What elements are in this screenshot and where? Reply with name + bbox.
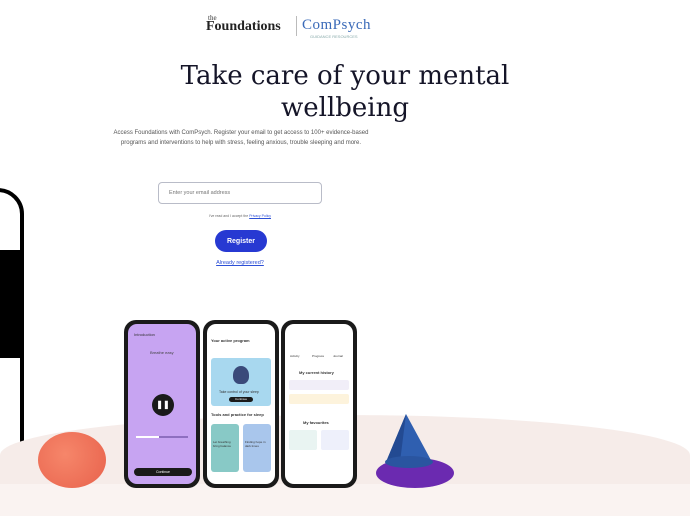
phone-mockup-program: Your active program Take control of your… — [203, 320, 279, 488]
favourite-card — [289, 430, 317, 450]
tile-hope: Finding hope in dark times — [243, 424, 271, 472]
orange-ball-illustration — [38, 432, 106, 488]
title-line-1: Take care of your mental — [180, 61, 510, 91]
favourites-section-title: My favourites — [303, 420, 329, 425]
tab-progress: Progress — [312, 354, 325, 358]
program-card: Take control of your sleep Continue — [211, 358, 271, 406]
title-line-2: wellbeing — [280, 93, 409, 123]
phone-screen-program: Your active program Take control of your… — [207, 324, 275, 484]
program-card-button: Continue — [229, 397, 253, 402]
page-title: Take care of your mental wellbeing — [0, 60, 690, 124]
tile-hope-label: Finding hope in dark times — [245, 440, 266, 448]
person-icon — [233, 366, 249, 384]
privacy-policy-link[interactable]: Privacy Policy — [249, 214, 271, 218]
foundations-logo: Foundations — [206, 19, 281, 34]
program-card-label: Take control of your sleep — [219, 390, 259, 394]
phone-screen-player: Introduction Breathe easy ❚❚ Continue — [128, 324, 196, 484]
phone-mockup-history: Activity Progress Journal My current his… — [281, 320, 357, 488]
tab-activity: Activity — [290, 354, 300, 358]
already-registered-link[interactable]: Already registered? — [190, 260, 290, 266]
tile-breathing-label: Let breathing bring balance — [213, 440, 232, 448]
compsych-logo: ComPsych — [302, 17, 372, 33]
player-subtitle: Breathe easy — [150, 350, 174, 355]
phone-screen-history: Activity Progress Journal My current his… — [285, 324, 353, 484]
compsych-tagline: GUIDANCE RESOURCES — [310, 34, 358, 39]
history-row — [289, 394, 349, 404]
player-header: Introduction — [134, 332, 155, 337]
player-progress — [136, 436, 188, 438]
favourite-card — [321, 430, 349, 450]
tile-breathing: Let breathing bring balance — [211, 424, 239, 472]
email-field[interactable] — [158, 182, 322, 204]
logo-divider — [296, 16, 297, 36]
device-frame-bar — [0, 250, 20, 358]
consent-text: I've read and I accept the Privacy Polic… — [160, 214, 320, 218]
history-section-title: My current history — [299, 370, 334, 375]
history-row — [289, 380, 349, 390]
tab-journal: Journal — [333, 354, 343, 358]
blue-cone-illustration — [385, 414, 433, 468]
tools-section-title: Tools and practice for sleep — [211, 412, 264, 417]
description: Access Foundations with ComPsych. Regist… — [113, 130, 369, 146]
player-progress-fill — [136, 436, 160, 438]
consent-label: I've read and I accept the — [209, 214, 249, 218]
phone-mockup-player: Introduction Breathe easy ❚❚ Continue — [124, 320, 200, 488]
program-title: Your active program — [211, 338, 250, 343]
player-continue-button: Continue — [134, 468, 192, 476]
floor-decoration — [0, 484, 690, 516]
register-button[interactable]: Register — [215, 230, 267, 252]
pause-icon: ❚❚ — [152, 394, 174, 416]
